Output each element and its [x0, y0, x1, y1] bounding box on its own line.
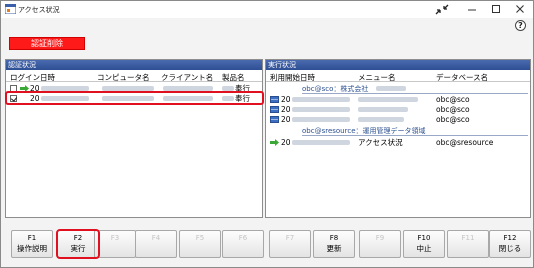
col-start-time[interactable]: 利用開始日時: [270, 72, 315, 83]
exec-column-headers: 利用開始日時 メニュー名 データベース名: [266, 70, 530, 82]
auth-status-header: 認証状況: [6, 60, 262, 70]
redacted-value: [376, 86, 406, 91]
col-product-name[interactable]: 製品名: [222, 72, 245, 83]
divider: [302, 93, 528, 94]
window-title: アクセス状況: [18, 6, 60, 14]
fkey-label: 更新: [326, 244, 342, 253]
redacted-value: [358, 117, 404, 122]
exec-status-panel: 実行状況 利用開始日時 メニュー名 データベース名 obc@sco：株式会社 2…: [265, 59, 531, 218]
title-bar: アクセス状況: [1, 1, 533, 18]
exec-status-header: 実行状況: [266, 60, 530, 70]
close-button[interactable]: [509, 2, 531, 16]
fkey-number: F12: [503, 234, 517, 242]
redacted-value: [292, 97, 350, 102]
minimize-button[interactable]: [461, 2, 483, 16]
fkey-number: F5: [195, 234, 205, 242]
redacted-value: [292, 117, 350, 122]
col-computer-name[interactable]: コンピュータ名: [97, 72, 150, 83]
table-row[interactable]: 20 obc@sco: [266, 95, 530, 104]
divider: [302, 135, 528, 136]
f9-button[interactable]: F9: [359, 230, 401, 258]
selected-row-highlight: [5, 91, 264, 105]
start-time: 20: [281, 115, 291, 124]
table-row[interactable]: 20 アクセス状況 obc@sresource: [266, 138, 530, 147]
f4-button[interactable]: F4: [135, 230, 177, 258]
f1-help-button[interactable]: F1 操作説明: [11, 230, 53, 258]
f3-button[interactable]: F3: [94, 230, 136, 258]
f2-highlight: [56, 229, 100, 259]
auth-status-panel: 認証状況 ログイン日時 コンピュータ名 クライアント名 製品名 20 奉行 20…: [5, 59, 263, 218]
redacted-value: [292, 107, 350, 112]
f12-close-button[interactable]: F12 閉じる: [489, 230, 531, 258]
f6-button[interactable]: F6: [222, 230, 264, 258]
redacted-value: [292, 140, 350, 145]
table-row[interactable]: 20 obc@sco: [266, 115, 530, 124]
col-client-name[interactable]: クライアント名: [161, 72, 213, 83]
database-icon: [270, 116, 279, 123]
arrow-right-icon: [270, 139, 279, 146]
col-db-name[interactable]: データベース名: [436, 72, 488, 83]
fkey-label: 操作説明: [17, 244, 47, 253]
redacted-value: [358, 107, 408, 112]
cert-delete-button[interactable]: 認証削除: [9, 37, 85, 50]
maximize-button[interactable]: [485, 2, 507, 16]
resize-icon[interactable]: [431, 2, 453, 16]
app-icon: [5, 4, 16, 14]
database-name: obc@sco: [436, 115, 470, 124]
database-name: obc@sresource: [436, 138, 494, 147]
f10-stop-button[interactable]: F10 中止: [403, 230, 445, 258]
fkey-label: 中止: [416, 244, 432, 253]
fkey-number: F7: [285, 234, 295, 242]
start-time: 20: [281, 138, 291, 147]
database-icon: [270, 106, 279, 113]
access-status-window: アクセス状況 ? 認証削除 認証状況 ログイン日時 コンピュータ名 クライアント…: [0, 0, 534, 268]
database-icon: [270, 96, 279, 103]
f5-button[interactable]: F5: [179, 230, 221, 258]
start-time: 20: [281, 95, 291, 104]
help-icon[interactable]: ?: [515, 20, 526, 31]
start-time: 20: [281, 105, 291, 114]
f11-button[interactable]: F11: [447, 230, 489, 258]
fkey-number: F9: [375, 234, 385, 242]
f7-button[interactable]: F7: [269, 230, 311, 258]
f8-refresh-button[interactable]: F8 更新: [313, 230, 355, 258]
auth-column-headers: ログイン日時 コンピュータ名 クライアント名 製品名: [6, 70, 262, 82]
fkey-number: F1: [27, 234, 37, 242]
fkey-number: F11: [461, 234, 475, 242]
database-name: obc@sco: [436, 105, 470, 114]
col-menu-name[interactable]: メニュー名: [358, 72, 396, 83]
fkey-number: F8: [329, 234, 339, 242]
fkey-number: F4: [151, 234, 161, 242]
fkey-number: F3: [110, 234, 120, 242]
fkey-label: 閉じる: [498, 244, 522, 253]
col-login-time[interactable]: ログイン日時: [10, 72, 55, 83]
database-name: obc@sco: [436, 95, 470, 104]
menu-name: アクセス状況: [358, 138, 403, 147]
table-row[interactable]: 20 obc@sco: [266, 105, 530, 114]
redacted-value: [358, 97, 418, 102]
fkey-number: F10: [417, 234, 431, 242]
fkey-number: F6: [238, 234, 248, 242]
